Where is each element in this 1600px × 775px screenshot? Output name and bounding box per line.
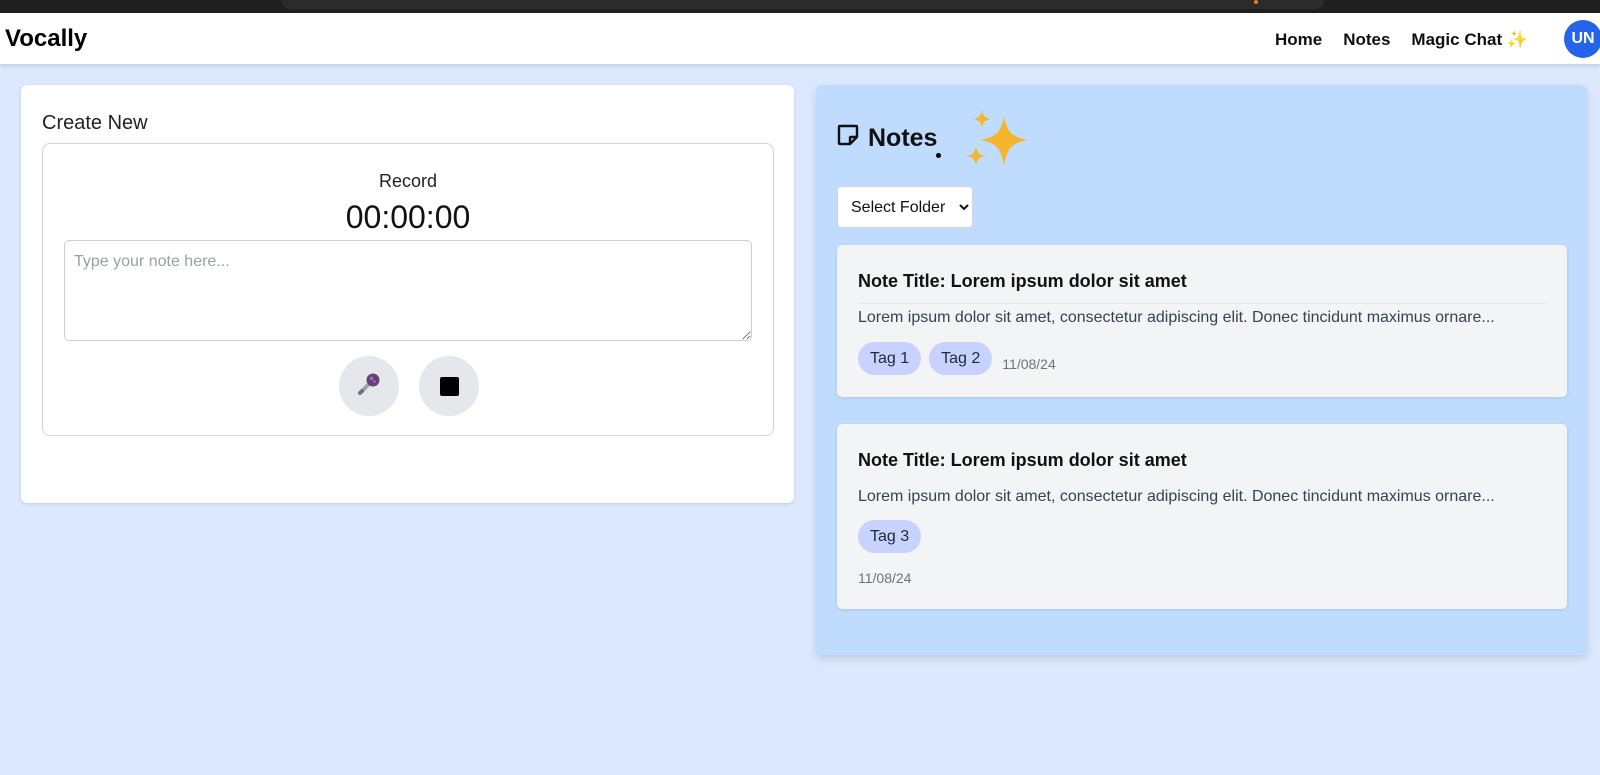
sparkle-icon <box>964 110 1036 176</box>
microphone-icon <box>354 369 384 404</box>
note-date: 11/08/24 <box>858 570 912 586</box>
create-new-card: Create New Record 00:00:00 <box>21 85 794 503</box>
note-tags: Tag 3 <box>858 520 922 553</box>
browser-address-area <box>282 0 1324 9</box>
notes-header: Notes <box>836 123 941 158</box>
tag-chip[interactable]: Tag 2 <box>929 342 993 375</box>
stop-button[interactable] <box>419 356 479 416</box>
navbar: Vocally Home Notes Magic Chat ✨ UN <box>0 13 1600 64</box>
brand-logo[interactable]: Vocally <box>5 25 87 53</box>
notes-panel: Notes Select Folder Note Title: Lorem ip… <box>816 85 1587 655</box>
indicator-dot <box>1254 0 1258 4</box>
notes-title: Notes <box>868 124 938 152</box>
note-body: Lorem ipsum dolor sit amet, consectetur … <box>858 488 1495 505</box>
tag-chip[interactable]: Tag 3 <box>858 520 922 553</box>
nav-link-magic-chat[interactable]: Magic Chat ✨ <box>1411 30 1528 50</box>
decorative-dot <box>936 153 941 158</box>
folder-select[interactable]: Select Folder <box>837 186 973 228</box>
note-title: Note Title: Lorem ipsum dolor sit amet <box>858 450 1187 470</box>
note-date: 11/08/24 <box>1002 355 1056 372</box>
stop-icon <box>439 376 459 396</box>
nav-link-notes[interactable]: Notes <box>1343 30 1390 50</box>
note-card[interactable]: Note Title: Lorem ipsum dolor sit amet L… <box>837 424 1567 609</box>
tag-chip[interactable]: Tag 1 <box>858 342 922 375</box>
record-mic-button[interactable] <box>339 356 399 416</box>
sticky-note-icon <box>836 123 860 154</box>
nav-link-home[interactable]: Home <box>1275 30 1322 50</box>
browser-top-strip <box>0 0 1600 13</box>
nav-links: Home Notes Magic Chat ✨ <box>1275 30 1528 50</box>
note-body: Lorem ipsum dolor sit amet, consectetur … <box>858 309 1495 326</box>
note-card[interactable]: Note Title: Lorem ipsum dolor sit amet L… <box>837 245 1567 397</box>
record-timer: 00:00:00 <box>345 199 471 235</box>
user-avatar[interactable]: UN <box>1564 20 1600 58</box>
note-textarea[interactable] <box>64 240 752 341</box>
record-label: Record <box>378 171 438 191</box>
record-box: Record 00:00:00 <box>42 143 774 436</box>
create-new-title: Create New <box>42 112 148 134</box>
note-divider <box>858 303 1546 304</box>
note-tags: Tag 1 Tag 2 11/08/24 <box>858 342 1056 375</box>
note-title: Note Title: Lorem ipsum dolor sit amet <box>858 271 1187 291</box>
